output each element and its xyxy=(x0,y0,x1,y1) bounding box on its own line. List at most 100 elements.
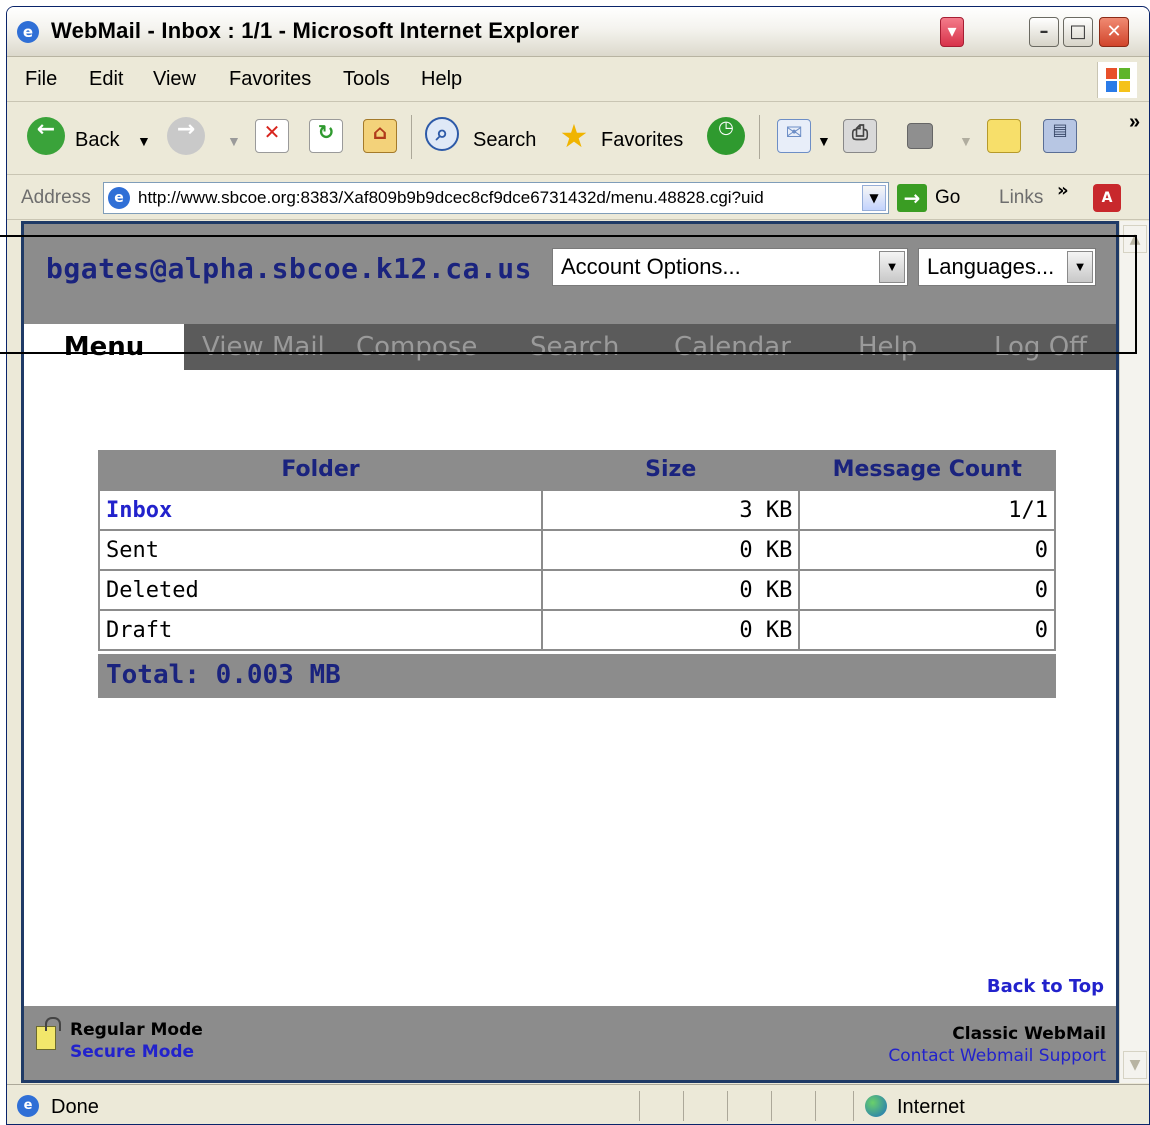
table-header-row: Folder Size Message Count xyxy=(99,450,1055,490)
search-icon[interactable]: ⌕ xyxy=(425,117,459,151)
address-dropdown-icon[interactable]: ▼ xyxy=(862,185,886,211)
page-viewport: bgates@alpha.sbcoe.k12.ca.us Account Opt… xyxy=(21,221,1119,1083)
back-arrow-icon[interactable]: ← xyxy=(27,117,65,155)
address-label: Address xyxy=(21,187,91,208)
back-button-label[interactable]: Back xyxy=(75,129,119,152)
globe-icon xyxy=(865,1095,887,1117)
status-divider xyxy=(683,1091,684,1121)
folder-link-inbox[interactable]: Inbox xyxy=(97,489,544,531)
stop-icon[interactable]: ✕ xyxy=(255,119,289,153)
menu-view[interactable]: View xyxy=(153,68,196,91)
status-text: Done xyxy=(51,1096,99,1118)
print-icon[interactable]: ⎙ xyxy=(843,119,877,153)
tab-compose[interactable]: Compose xyxy=(356,332,477,362)
column-header-folder: Folder xyxy=(99,450,543,490)
back-dropdown-icon[interactable]: ▼ xyxy=(137,133,151,149)
vertical-scrollbar[interactable]: ▲ ▼ xyxy=(1119,221,1149,1083)
home-icon[interactable]: ⌂ xyxy=(363,119,397,153)
folder-size: 0 KB xyxy=(541,529,801,571)
toolbar-separator xyxy=(411,115,412,159)
maximize-button[interactable]: □ xyxy=(1063,17,1093,47)
status-bar: e Done Internet xyxy=(7,1084,1149,1124)
classic-webmail-label: Classic WebMail xyxy=(952,1024,1106,1044)
tab-view-mail[interactable]: View Mail xyxy=(202,332,325,362)
tab-log-off[interactable]: Log Off xyxy=(994,332,1087,362)
go-button[interactable]: Go xyxy=(935,187,960,209)
mail-dropdown-icon[interactable]: ▼ xyxy=(817,133,831,149)
status-divider xyxy=(727,1091,728,1121)
edit-dropdown-icon[interactable]: ▼ xyxy=(959,133,973,149)
pin-icon[interactable]: ▾ xyxy=(940,17,964,47)
address-url[interactable]: http://www.sbcoe.org:8383/Xaf809b9b9dcec… xyxy=(138,188,858,208)
links-label[interactable]: Links xyxy=(999,187,1043,209)
table-row: Deleted 0 KB 0 xyxy=(97,569,1056,611)
page-status-icon: e xyxy=(17,1095,39,1117)
folder-count: 0 xyxy=(798,569,1056,611)
address-input[interactable]: e http://www.sbcoe.org:8383/Xaf809b9b9dc… xyxy=(103,182,889,214)
go-arrow-icon[interactable]: → xyxy=(897,184,927,212)
menu-edit[interactable]: Edit xyxy=(89,68,123,91)
menu-bar: File Edit View Favorites Tools Help xyxy=(7,58,1149,102)
folder-size: 3 KB xyxy=(541,489,801,531)
minimize-button[interactable]: – xyxy=(1029,17,1059,47)
secure-mode-link[interactable]: Secure Mode xyxy=(70,1042,194,1062)
mail-icon[interactable]: ✉ xyxy=(777,119,811,153)
webmail-header: bgates@alpha.sbcoe.k12.ca.us Account Opt… xyxy=(24,224,1116,324)
tab-help[interactable]: Help xyxy=(858,332,917,362)
refresh-icon[interactable]: ↻ xyxy=(309,119,343,153)
status-divider xyxy=(815,1091,816,1121)
back-to-top-link[interactable]: Back to Top xyxy=(987,976,1104,997)
pdf-icon[interactable]: A xyxy=(1093,184,1121,212)
favorites-button-label[interactable]: Favorites xyxy=(601,129,683,152)
search-button-label[interactable]: Search xyxy=(473,129,536,152)
toolbar-separator xyxy=(759,115,760,159)
browser-window: e WebMail - Inbox : 1/1 - Microsoft Inte… xyxy=(6,6,1150,1125)
research-icon[interactable]: ▤ xyxy=(1043,119,1077,153)
discuss-icon[interactable] xyxy=(987,119,1021,153)
toolbar: ← Back ▼ → ▼ ✕ ↻ ⌂ ⌕ Search ★ Favorites … xyxy=(7,103,1149,175)
ie-logo-icon: e xyxy=(17,21,39,43)
close-button[interactable]: ✕ xyxy=(1099,17,1129,47)
security-zone: Internet xyxy=(897,1096,965,1118)
webmail-tabs: Menu View Mail Compose Search Calendar H… xyxy=(24,324,1116,370)
regular-mode-label: Regular Mode xyxy=(70,1020,203,1040)
scroll-up-icon[interactable]: ▲ xyxy=(1123,225,1147,253)
menu-tools[interactable]: Tools xyxy=(343,68,390,91)
windows-logo-icon xyxy=(1097,62,1137,98)
column-header-size: Size xyxy=(542,450,800,490)
folder-size: 0 KB xyxy=(541,609,801,651)
links-chevron-icon[interactable]: » xyxy=(1057,180,1069,201)
scroll-down-icon[interactable]: ▼ xyxy=(1123,1051,1147,1079)
contact-support-link[interactable]: Contact Webmail Support xyxy=(888,1046,1106,1066)
tab-search[interactable]: Search xyxy=(530,332,619,362)
account-options-label: Account Options... xyxy=(561,254,741,279)
folder-name: Deleted xyxy=(97,569,544,611)
edit-icon[interactable] xyxy=(907,123,933,149)
tab-calendar[interactable]: Calendar xyxy=(674,332,791,362)
languages-select[interactable]: Languages... ▼ xyxy=(918,248,1096,286)
folder-count: 0 xyxy=(798,609,1056,651)
table-row: Draft 0 KB 0 xyxy=(97,609,1056,651)
status-divider xyxy=(639,1091,640,1121)
folder-count: 1/1 xyxy=(798,489,1056,531)
favorites-star-icon[interactable]: ★ xyxy=(555,117,593,155)
menu-favorites[interactable]: Favorites xyxy=(229,68,311,91)
forward-dropdown-icon[interactable]: ▼ xyxy=(227,133,241,149)
total-size: Total: 0.003 MB xyxy=(106,660,341,690)
toolbar-more-chevron-icon[interactable]: » xyxy=(1129,111,1140,134)
folder-size: 0 KB xyxy=(541,569,801,611)
account-options-select[interactable]: Account Options... ▼ xyxy=(552,248,908,286)
languages-label: Languages... xyxy=(927,254,1055,279)
table-row[interactable]: Inbox 3 KB 1/1 xyxy=(97,489,1056,531)
history-icon[interactable]: ◷ xyxy=(707,117,745,155)
tab-menu[interactable]: Menu xyxy=(24,324,184,370)
menu-help[interactable]: Help xyxy=(421,68,462,91)
chevron-down-icon[interactable]: ▼ xyxy=(879,251,905,283)
menu-file[interactable]: File xyxy=(25,68,57,91)
column-header-message-count: Message Count xyxy=(799,450,1055,490)
table-row: Sent 0 KB 0 xyxy=(97,529,1056,571)
table-total-row: Total: 0.003 MB xyxy=(98,654,1056,698)
chevron-down-icon[interactable]: ▼ xyxy=(1067,251,1093,283)
status-divider xyxy=(853,1091,854,1121)
forward-arrow-icon[interactable]: → xyxy=(167,117,205,155)
